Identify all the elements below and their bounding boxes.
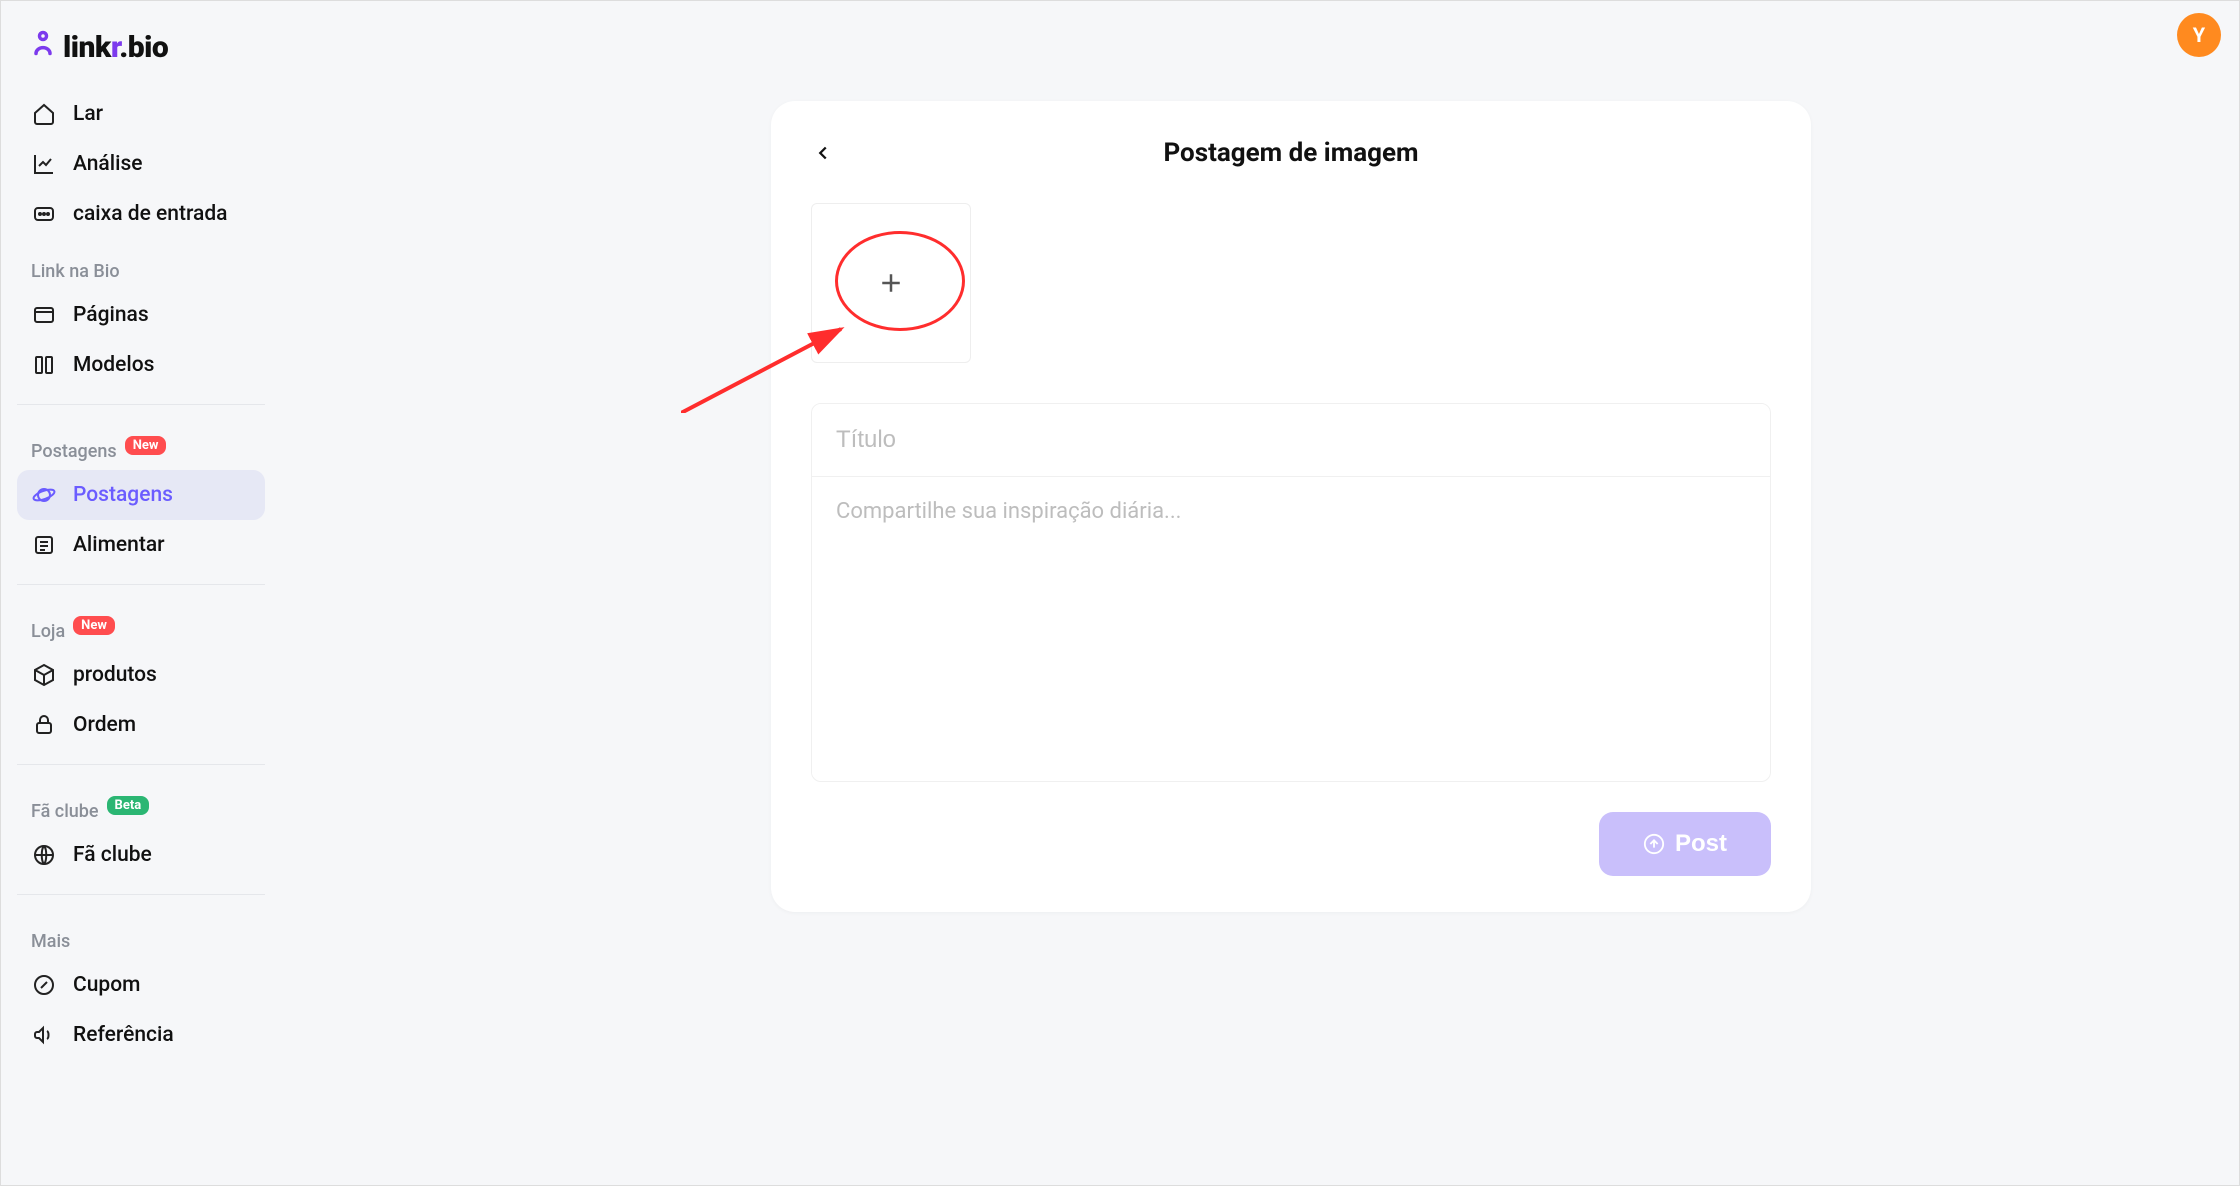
sidebar-item-label: Análise <box>73 152 143 176</box>
section-header-posts: Postagens New <box>17 419 265 470</box>
divider <box>17 404 265 405</box>
avatar-initial: Y <box>2193 23 2205 47</box>
home-icon <box>31 101 57 127</box>
sidebar-item-fanclub[interactable]: Fã clube <box>17 830 265 880</box>
box-icon <box>31 662 57 688</box>
sidebar-item-label: Lar <box>73 102 103 126</box>
section-header-shop: Loja New <box>17 599 265 650</box>
add-image-button[interactable] <box>811 203 971 363</box>
divider <box>17 584 265 585</box>
megaphone-icon <box>31 1022 57 1048</box>
sidebar: linkr.bio Lar Análise caixa de entrada L… <box>1 1 281 1185</box>
body-input[interactable] <box>812 477 1770 777</box>
section-header-more: Mais <box>17 909 265 960</box>
sidebar-item-label: produtos <box>73 663 157 687</box>
section-title: Mais <box>31 931 70 952</box>
avatar[interactable]: Y <box>2177 13 2221 57</box>
chevron-left-icon <box>812 142 834 164</box>
section-title: Loja <box>31 621 65 642</box>
sidebar-item-label: Cupom <box>73 973 140 997</box>
sidebar-item-inbox[interactable]: caixa de entrada <box>17 189 265 239</box>
post-form <box>811 403 1771 782</box>
sidebar-item-templates[interactable]: Modelos <box>17 340 265 390</box>
chart-icon <box>31 151 57 177</box>
sidebar-item-label: Alimentar <box>73 533 165 557</box>
section-header-fanclub: Fã clube Beta <box>17 779 265 830</box>
beta-badge: Beta <box>107 796 150 815</box>
sidebar-item-referral[interactable]: Referência <box>17 1010 265 1060</box>
section-header-linkbio: Link na Bio <box>17 239 265 290</box>
coupon-icon <box>31 972 57 998</box>
sidebar-item-pages[interactable]: Páginas <box>17 290 265 340</box>
sidebar-item-label: Ordem <box>73 713 136 737</box>
inbox-icon <box>31 201 57 227</box>
upload-icon <box>1643 833 1665 855</box>
lock-icon <box>31 712 57 738</box>
sidebar-item-feed[interactable]: Alimentar <box>17 520 265 570</box>
feed-icon <box>31 532 57 558</box>
plus-icon <box>876 268 906 298</box>
sidebar-item-coupon[interactable]: Cupom <box>17 960 265 1010</box>
sidebar-item-orders[interactable]: Ordem <box>17 700 265 750</box>
main-area: Y Postagem de imagem <box>281 1 2239 1185</box>
sidebar-item-home[interactable]: Lar <box>17 89 265 139</box>
section-title: Postagens <box>31 441 117 462</box>
logo-text-3: .bio <box>119 30 168 65</box>
sidebar-item-posts[interactable]: Postagens <box>17 470 265 520</box>
card-footer: Post <box>811 812 1771 876</box>
templates-icon <box>31 352 57 378</box>
sidebar-item-label: Fã clube <box>73 843 152 867</box>
sidebar-item-label: Páginas <box>73 303 149 327</box>
new-badge: New <box>73 616 115 635</box>
sidebar-item-products[interactable]: produtos <box>17 650 265 700</box>
logo-mark-icon <box>29 29 57 65</box>
planet-icon <box>31 482 57 508</box>
new-badge: New <box>125 436 167 455</box>
divider <box>17 894 265 895</box>
sidebar-item-analytics[interactable]: Análise <box>17 139 265 189</box>
sidebar-item-label: Postagens <box>73 483 173 507</box>
post-button[interactable]: Post <box>1599 812 1771 876</box>
sidebar-item-label: caixa de entrada <box>73 202 228 226</box>
sidebar-item-label: Modelos <box>73 353 154 377</box>
back-button[interactable] <box>805 135 841 171</box>
section-title: Fã clube <box>31 801 99 822</box>
globe-icon <box>31 842 57 868</box>
logo-text-1: link <box>63 30 111 65</box>
card-header: Postagem de imagem <box>811 133 1771 173</box>
logo[interactable]: linkr.bio <box>17 21 265 89</box>
title-input[interactable] <box>812 404 1770 477</box>
divider <box>17 764 265 765</box>
pages-icon <box>31 302 57 328</box>
card-title: Postagem de imagem <box>1163 138 1418 168</box>
sidebar-item-label: Referência <box>73 1023 174 1047</box>
post-card: Postagem de imagem <box>771 101 1811 912</box>
section-title: Link na Bio <box>31 261 120 282</box>
post-button-label: Post <box>1675 830 1727 858</box>
logo-text-2: r <box>111 30 119 65</box>
